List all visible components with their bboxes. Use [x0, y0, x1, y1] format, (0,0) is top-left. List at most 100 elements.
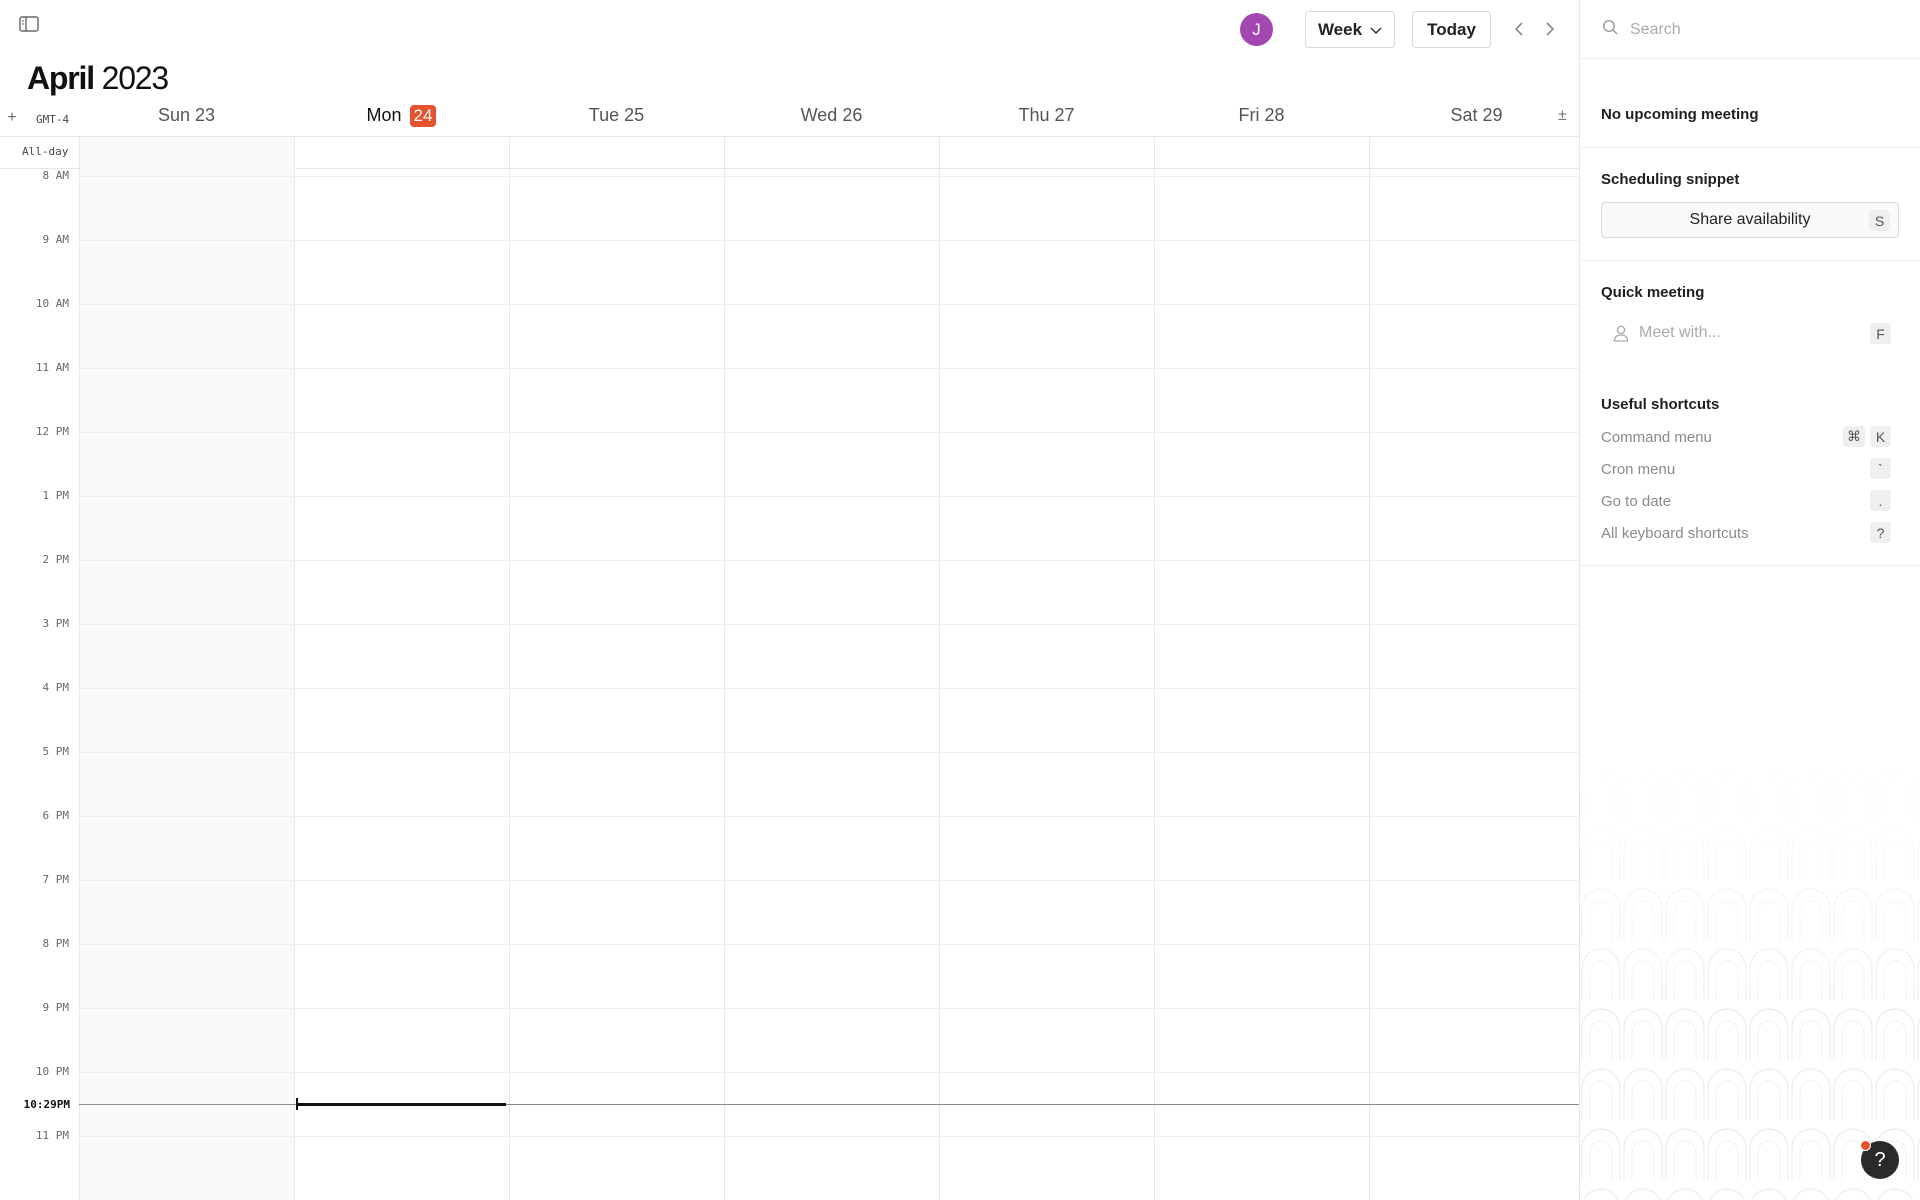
allday-label: All-day	[22, 145, 69, 158]
day-header-mon[interactable]: Mon 24	[294, 105, 509, 127]
shortcut-keys: `	[1870, 458, 1891, 479]
shortcut-key: `	[1870, 458, 1891, 479]
hour-label: 3 PM	[42, 617, 70, 630]
day-column-divider	[1154, 137, 1155, 1200]
panel-divider	[1580, 58, 1920, 59]
hour-label: 2 PM	[42, 553, 70, 566]
hour-gridline	[79, 560, 1579, 561]
hour-gridline	[79, 1136, 1579, 1137]
day-column-divider	[509, 137, 510, 1200]
shortcut-keys: .	[1870, 490, 1891, 511]
day-date: 27	[1054, 105, 1075, 125]
hour-label: 12 PM	[35, 425, 69, 438]
sidebar-toggle-icon[interactable]	[18, 14, 40, 34]
hour-gridline	[79, 1008, 1579, 1009]
day-column-divider	[1369, 137, 1370, 1200]
today-date-badge: 24	[409, 105, 437, 127]
shortcut-label: Cron menu	[1601, 460, 1676, 478]
day-date: 25	[624, 105, 645, 125]
shortcut-item[interactable]: Command menu ⌘ K	[1601, 425, 1899, 449]
hour-gridline	[79, 752, 1579, 753]
day-date: 26	[842, 105, 863, 125]
hour-label: 11 PM	[35, 1129, 69, 1142]
hour-label: 10 AM	[35, 297, 69, 310]
day-column-divider	[724, 137, 725, 1200]
hour-gridline	[79, 880, 1579, 881]
current-time-label: 10:29PM	[23, 1098, 70, 1111]
search-placeholder: Search	[1630, 20, 1681, 38]
hour-gridline	[79, 240, 1579, 241]
current-time-tick	[296, 1098, 298, 1110]
add-timezone-icon[interactable]: +	[4, 109, 20, 126]
shortcut-key: S	[1869, 210, 1890, 231]
hour-label: 4 PM	[42, 681, 70, 694]
shortcut-key: .	[1870, 490, 1891, 511]
day-column-divider	[939, 137, 940, 1200]
decorative-pattern	[1580, 760, 1920, 1200]
shortcut-key: F	[1870, 323, 1891, 344]
notification-dot	[1860, 1140, 1871, 1151]
year-label: 2023	[101, 60, 170, 96]
upcoming-meeting-status: No upcoming meeting	[1601, 106, 1759, 123]
hour-gridline	[79, 496, 1579, 497]
shortcut-key: ⌘	[1843, 426, 1865, 447]
person-icon	[1613, 325, 1629, 342]
day-header-sat[interactable]: Sat 29	[1369, 105, 1579, 126]
weekend-column-shade	[79, 137, 294, 1200]
day-name: Fri	[1238, 105, 1260, 125]
day-header-tue[interactable]: Tue 25	[509, 105, 724, 126]
shortcut-label: Go to date	[1601, 492, 1672, 510]
day-header-sun[interactable]: Sun 23	[79, 105, 294, 126]
chevron-right-icon[interactable]	[1539, 18, 1561, 40]
day-date: 29	[1482, 105, 1503, 125]
meet-with-placeholder: Meet with...	[1639, 324, 1721, 341]
useful-shortcuts-title: Useful shortcuts	[1601, 396, 1720, 413]
hour-label: 9 AM	[42, 233, 70, 246]
shortcut-item[interactable]: Cron menu `	[1601, 457, 1899, 481]
current-time-today-marker	[296, 1103, 506, 1106]
shortcut-item[interactable]: Go to date.	[1601, 489, 1899, 513]
page-title: April 2023	[27, 60, 170, 97]
hour-gridline	[79, 1072, 1579, 1073]
shortcut-keys: ⌘ K	[1843, 426, 1891, 447]
day-header-thu[interactable]: Thu 27	[939, 105, 1154, 126]
chevron-left-icon[interactable]	[1508, 18, 1530, 40]
view-select-label: Week	[1317, 19, 1363, 39]
hour-gridline	[79, 176, 1579, 177]
search-icon	[1602, 19, 1618, 40]
shortcut-label: Command menu	[1601, 428, 1712, 446]
hour-label: 7 PM	[42, 873, 70, 886]
day-name: Wed	[800, 105, 838, 125]
search-input[interactable]: Search	[1602, 19, 1681, 40]
hour-label: 5 PM	[42, 745, 70, 758]
panel-divider	[1580, 565, 1920, 566]
day-header-fri[interactable]: Fri 28	[1154, 105, 1369, 126]
hour-gridline	[79, 624, 1579, 625]
scheduling-snippet-title: Scheduling snippet	[1601, 171, 1740, 188]
timezone-label: GMT-4	[36, 113, 70, 126]
panel-divider	[1580, 260, 1920, 261]
right-panel: Search No upcoming meeting Scheduling sn…	[1579, 0, 1920, 1200]
share-availability-button[interactable]: Share availability S	[1601, 202, 1899, 238]
hour-label: 8 AM	[42, 169, 70, 182]
meet-with-input[interactable]: Meet with... F	[1601, 318, 1899, 348]
view-select-button[interactable]: Week	[1305, 11, 1395, 48]
hour-gridline	[79, 368, 1579, 369]
hour-label: 1 PM	[42, 489, 70, 502]
day-date: 28	[1264, 105, 1285, 125]
shortcut-keys: ?	[1870, 522, 1891, 543]
day-header-wed[interactable]: Wed 26	[724, 105, 939, 126]
day-date: 23	[195, 105, 216, 125]
avatar[interactable]: J	[1240, 13, 1273, 46]
share-availability-label: Share availability	[1689, 211, 1811, 228]
shortcut-item[interactable]: All keyboard shortcuts?	[1601, 521, 1899, 545]
quick-meeting-title: Quick meeting	[1601, 284, 1705, 301]
shortcut-label: All keyboard shortcuts	[1601, 524, 1749, 542]
day-name: Sun	[157, 105, 190, 125]
hour-gridline	[79, 816, 1579, 817]
today-button[interactable]: Today	[1412, 11, 1491, 48]
hour-gridline	[79, 432, 1579, 433]
hour-label: 11 AM	[35, 361, 69, 374]
hour-label: 10 PM	[35, 1065, 69, 1078]
plus-minus-icon[interactable]: ±	[1558, 107, 1567, 125]
